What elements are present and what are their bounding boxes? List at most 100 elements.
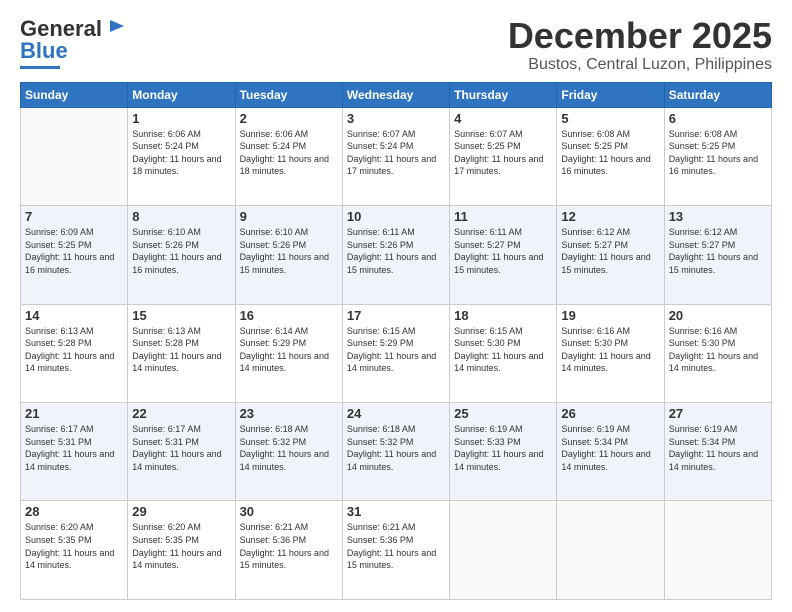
table-row: 2Sunrise: 6:06 AMSunset: 5:24 PMDaylight… <box>235 107 342 205</box>
day-number: 13 <box>669 209 767 224</box>
sunset-label: Sunset: 5:26 PM <box>132 240 199 250</box>
daylight-label: Daylight: 11 hours and 14 minutes. <box>25 449 114 472</box>
sunrise-label: Sunrise: 6:19 AM <box>561 424 630 434</box>
table-row: 13Sunrise: 6:12 AMSunset: 5:27 PMDayligh… <box>664 206 771 304</box>
sunrise-label: Sunrise: 6:08 AM <box>669 129 738 139</box>
sunrise-label: Sunrise: 6:13 AM <box>25 326 94 336</box>
sunset-label: Sunset: 5:36 PM <box>347 535 414 545</box>
day-info: Sunrise: 6:12 AMSunset: 5:27 PMDaylight:… <box>669 226 767 276</box>
sunset-label: Sunset: 5:27 PM <box>669 240 736 250</box>
table-row: 26Sunrise: 6:19 AMSunset: 5:34 PMDayligh… <box>557 403 664 501</box>
day-info: Sunrise: 6:06 AMSunset: 5:24 PMDaylight:… <box>132 128 230 178</box>
sunset-label: Sunset: 5:28 PM <box>132 338 199 348</box>
day-info: Sunrise: 6:18 AMSunset: 5:32 PMDaylight:… <box>240 423 338 473</box>
daylight-label: Daylight: 11 hours and 14 minutes. <box>132 548 221 571</box>
sunrise-label: Sunrise: 6:12 AM <box>669 227 738 237</box>
sunrise-label: Sunrise: 6:18 AM <box>347 424 416 434</box>
table-row: 30Sunrise: 6:21 AMSunset: 5:36 PMDayligh… <box>235 501 342 600</box>
calendar-table: Sunday Monday Tuesday Wednesday Thursday… <box>20 82 772 600</box>
sunset-label: Sunset: 5:25 PM <box>669 141 736 151</box>
calendar-week-row: 7 Sunrise: 6:09 AMSunset: 5:25 PMDaylight… <box>21 206 772 304</box>
day-number: 15 <box>132 308 230 323</box>
day-info: Sunrise: 6:19 AMSunset: 5:34 PMDaylight:… <box>669 423 767 473</box>
day-number: 10 <box>347 209 445 224</box>
daylight-label: Daylight: 11 hours and 15 minutes. <box>561 252 650 275</box>
daylight-label: Daylight: 11 hours and 18 minutes. <box>132 154 221 177</box>
col-monday: Monday <box>128 82 235 107</box>
daylight-label: Daylight: 11 hours and 14 minutes. <box>669 351 758 374</box>
table-row: 12Sunrise: 6:12 AMSunset: 5:27 PMDayligh… <box>557 206 664 304</box>
sunset-label: Sunset: 5:24 PM <box>240 141 307 151</box>
day-number: 23 <box>240 406 338 421</box>
col-saturday: Saturday <box>664 82 771 107</box>
table-row: 3Sunrise: 6:07 AMSunset: 5:24 PMDaylight… <box>342 107 449 205</box>
sunrise-label: Sunrise: 6:08 AM <box>561 129 630 139</box>
day-number: 7 <box>25 209 123 224</box>
sunrise-label: Sunrise: 6:15 AM <box>454 326 523 336</box>
table-row: 20Sunrise: 6:16 AMSunset: 5:30 PMDayligh… <box>664 304 771 402</box>
col-wednesday: Wednesday <box>342 82 449 107</box>
table-row: 19Sunrise: 6:16 AMSunset: 5:30 PMDayligh… <box>557 304 664 402</box>
day-number: 19 <box>561 308 659 323</box>
sunrise-label: Sunrise: 6:11 AM <box>454 227 522 237</box>
day-info: Sunrise: 6:13 AM Sunset: 5:28 PM Daylight:… <box>132 325 230 375</box>
day-number: 25 <box>454 406 552 421</box>
day-info: Sunrise: 6:10 AMSunset: 5:26 PMDaylight:… <box>240 226 338 276</box>
calendar-week-row: 1Sunrise: 6:06 AMSunset: 5:24 PMDaylight… <box>21 107 772 205</box>
col-friday: Friday <box>557 82 664 107</box>
daylight-label: Daylight: 11 hours and 14 minutes. <box>132 449 221 472</box>
table-row: 10 Sunrise: 6:11 AMSunset: 5:26 PMDayligh… <box>342 206 449 304</box>
daylight-label: Daylight: 11 hours and 14 minutes. <box>132 351 221 374</box>
daylight-label: Daylight: 11 hours and 16 minutes. <box>25 252 114 275</box>
day-info: Sunrise: 6:12 AMSunset: 5:27 PMDaylight:… <box>561 226 659 276</box>
table-row: 6Sunrise: 6:08 AMSunset: 5:25 PMDaylight… <box>664 107 771 205</box>
daylight-label: Daylight: 11 hours and 15 minutes. <box>240 548 329 571</box>
sunset-label: Sunset: 5:32 PM <box>240 437 307 447</box>
sunrise-label: Sunrise: 6:10 AM <box>132 227 201 237</box>
page: General Blue December 2025 Bustos, Centr… <box>0 0 792 612</box>
sunrise-label: Sunrise: 6:15 AM <box>347 326 416 336</box>
daylight-label: Daylight: 11 hours and 14 minutes. <box>669 449 758 472</box>
day-number: 29 <box>132 504 230 519</box>
sunset-label: Sunset: 5:30 PM <box>669 338 736 348</box>
header: General Blue December 2025 Bustos, Centr… <box>20 16 772 74</box>
day-number: 2 <box>240 111 338 126</box>
day-info: Sunrise: 6:20 AMSunset: 5:35 PMDaylight:… <box>132 521 230 571</box>
day-number: 1 <box>132 111 230 126</box>
day-number: 9 <box>240 209 338 224</box>
day-number: 14 <box>25 308 123 323</box>
day-number: 3 <box>347 111 445 126</box>
sunrise-label: Sunrise: 6:20 AM <box>132 522 201 532</box>
day-number: 17 <box>347 308 445 323</box>
day-number: 27 <box>669 406 767 421</box>
col-tuesday: Tuesday <box>235 82 342 107</box>
day-number: 21 <box>25 406 123 421</box>
day-number: 11 <box>454 209 552 224</box>
sunset-label: Sunset: 5:25 PM <box>561 141 628 151</box>
table-row: 22 Sunrise: 6:17 AMSunset: 5:31 PMDayligh… <box>128 403 235 501</box>
day-number: 4 <box>454 111 552 126</box>
sunrise-label: Sunrise: 6:06 AM <box>240 129 309 139</box>
day-info: Sunrise: 6:17 AMSunset: 5:31 PMDaylight:… <box>132 423 230 473</box>
daylight-label: Daylight: 11 hours and 15 minutes. <box>454 252 543 275</box>
day-info: Sunrise: 6:09 AMSunset: 5:25 PMDaylight:… <box>25 226 123 276</box>
day-info: Sunrise: 6:15 AMSunset: 5:29 PMDaylight:… <box>347 325 445 375</box>
daylight-label: Daylight: 11 hours and 14 minutes. <box>25 351 114 374</box>
sunset-label: Sunset: 5:31 PM <box>25 437 92 447</box>
daylight-label: Daylight: 11 hours and 17 minutes. <box>454 154 543 177</box>
table-row <box>664 501 771 600</box>
sunrise-label: Sunrise: 6:16 AM <box>561 326 630 336</box>
table-row <box>21 107 128 205</box>
day-info: Sunrise: 6:13 AMSunset: 5:28 PMDaylight:… <box>25 325 123 375</box>
sunrise-label: Sunrise: 6:17 AM <box>25 424 94 434</box>
table-row: 28Sunrise: 6:20 AMSunset: 5:35 PMDayligh… <box>21 501 128 600</box>
day-info: Sunrise: 6:11 AMSunset: 5:26 PMDaylight:… <box>347 226 445 276</box>
sunrise-label: Sunrise: 6:13 AM <box>132 326 201 336</box>
table-row: 1 Sunrise: 6:06 AMSunset: 5:24 PMDaylight… <box>128 107 235 205</box>
day-number: 28 <box>25 504 123 519</box>
daylight-label: Daylight: 11 hours and 17 minutes. <box>347 154 436 177</box>
table-row: 11Sunrise: 6:11 AMSunset: 5:27 PMDayligh… <box>450 206 557 304</box>
sunrise-label: Sunrise: 6:20 AM <box>25 522 94 532</box>
day-number: 22 <box>132 406 230 421</box>
daylight-label: Daylight: 11 hours and 16 minutes. <box>132 252 221 275</box>
